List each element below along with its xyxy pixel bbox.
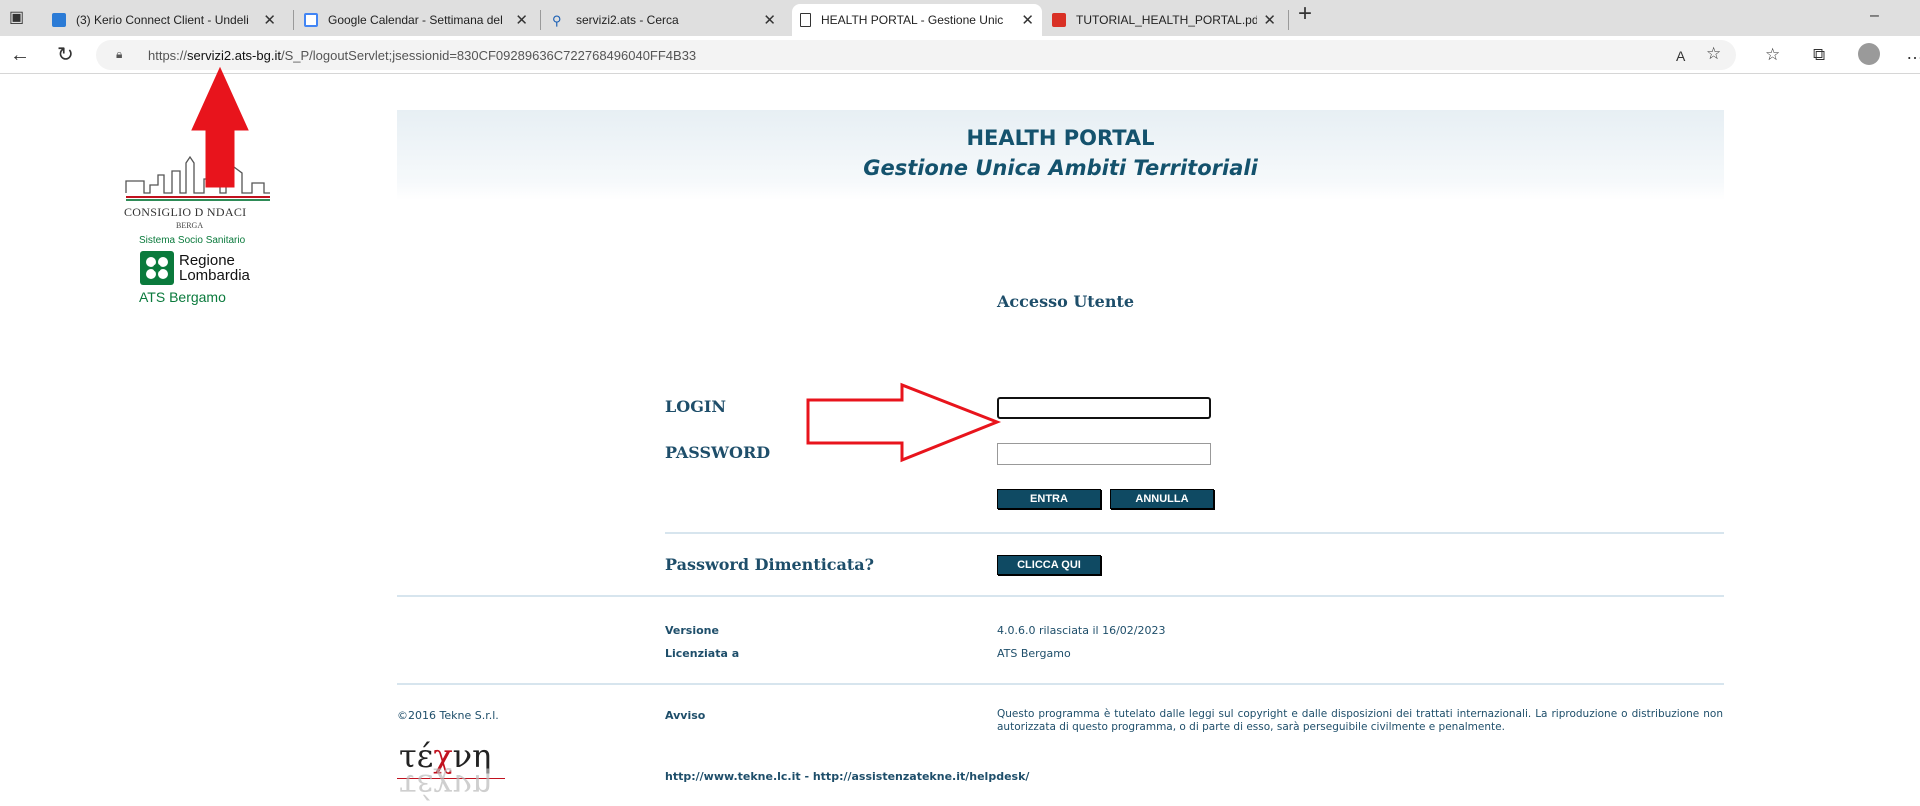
close-icon[interactable]: ✕ xyxy=(763,11,776,29)
cancel-button[interactable]: ANNULLA xyxy=(1110,489,1214,509)
licensed-value: ATS Bergamo xyxy=(997,647,1071,660)
tab-google-calendar[interactable]: Google Calendar - Settimana del ✕ xyxy=(296,4,536,36)
consiglio-logo-text: CONSIGLIO D NDACI xyxy=(124,205,247,219)
page-title: HEALTH PORTAL xyxy=(966,126,1155,150)
divider xyxy=(665,532,1724,534)
page-icon xyxy=(800,13,811,27)
lombardia-rose-icon xyxy=(140,251,174,285)
close-icon[interactable]: ✕ xyxy=(515,11,528,29)
search-icon: ⚲ xyxy=(552,13,562,28)
collections-icon[interactable]: ⧉ xyxy=(1813,44,1825,66)
favorite-add-icon[interactable]: ☆ xyxy=(1706,43,1721,65)
close-icon[interactable]: ✕ xyxy=(1263,11,1276,29)
login-label: LOGIN xyxy=(665,397,726,416)
forgot-password-label: Password Dimenticata? xyxy=(665,555,875,574)
pdf-icon xyxy=(1052,13,1066,27)
tab-title: TUTORIAL_HEALTH_PORTAL.pdf xyxy=(1076,13,1258,27)
tab-health-portal[interactable]: HEALTH PORTAL - Gestione Unic ✕ xyxy=(792,4,1042,36)
tab-title: HEALTH PORTAL - Gestione Unic xyxy=(821,13,1004,27)
version-value: 4.0.6.0 rilasciata il 16/02/2023 xyxy=(997,624,1166,637)
password-label: PASSWORD xyxy=(665,443,771,462)
url-text: https://servizi2.ats-bg.it/S_P/logoutSer… xyxy=(148,48,697,63)
portal-header: HEALTH PORTAL Gestione Unica Ambiti Terr… xyxy=(397,110,1724,200)
ats-bergamo-logo-text: ATS Bergamo xyxy=(139,289,226,305)
regione-text: Regione xyxy=(179,252,235,269)
divider xyxy=(397,595,1724,597)
tab-title: Google Calendar - Settimana del xyxy=(328,13,503,27)
tab-title: servizi2.ats - Cerca xyxy=(576,13,679,27)
tab-separator xyxy=(293,10,294,30)
close-icon[interactable]: ✕ xyxy=(263,11,276,29)
close-icon[interactable]: ✕ xyxy=(1021,11,1034,29)
tab-strip: ▣ (3) Kerio Connect Client - Undeli ✕ Go… xyxy=(0,0,1920,36)
more-icon[interactable]: … xyxy=(1906,42,1920,64)
favorites-icon[interactable]: ☆ xyxy=(1765,44,1780,66)
new-tab-button[interactable]: + xyxy=(1298,2,1312,26)
copyright-text: ©2016 Tekne S.r.l. xyxy=(397,709,499,722)
lombardia-text: Lombardia xyxy=(179,267,250,284)
tab-separator xyxy=(1288,10,1289,30)
login-section-title: Accesso Utente xyxy=(997,292,1135,311)
minimize-button[interactable]: – xyxy=(1870,5,1879,27)
tab-separator xyxy=(540,10,541,30)
refresh-icon[interactable]: ↻ xyxy=(57,44,74,66)
page-content: CONSIGLIO D NDACI BERGA Sistema Socio Sa… xyxy=(0,75,1920,806)
back-icon[interactable]: ← xyxy=(10,44,30,66)
licensed-label: Licenziata a xyxy=(665,647,740,660)
password-input[interactable] xyxy=(997,443,1211,465)
address-bar[interactable]: 🔒︎ https://servizi2.ats-bg.it/S_P/logout… xyxy=(96,40,1736,70)
footer-links[interactable]: http://www.tekne.lc.it - http://assisten… xyxy=(665,770,1029,783)
notice-text: Questo programma è tutelato dalle leggi … xyxy=(997,708,1723,733)
tab-actions-icon[interactable]: ▣ xyxy=(9,7,24,29)
sistema-socio-sanitario-text: Sistema Socio Sanitario xyxy=(139,235,246,246)
lock-icon[interactable]: 🔒︎ xyxy=(116,47,122,62)
regione-lombardia-text: Regione Lombardia xyxy=(179,253,250,283)
tab-search[interactable]: ⚲ servizi2.ats - Cerca ✕ xyxy=(544,4,784,36)
browser-toolbar: ← ↻ 🔒︎ https://servizi2.ats-bg.it/S_P/lo… xyxy=(0,36,1920,74)
read-aloud-icon[interactable]: A xyxy=(1676,45,1685,67)
forgot-password-button[interactable]: CLICCA QUI xyxy=(997,555,1101,575)
kerio-icon xyxy=(52,13,66,27)
page-subtitle: Gestione Unica Ambiti Territoriali xyxy=(863,156,1258,180)
skyline-icon xyxy=(125,155,270,201)
consiglio-logo-city: BERGA xyxy=(176,221,204,230)
login-input[interactable] xyxy=(997,397,1211,419)
profile-avatar[interactable] xyxy=(1858,43,1880,65)
calendar-icon xyxy=(304,13,318,27)
consiglio-logo: CONSIGLIO D NDACI BERGA xyxy=(124,123,272,235)
divider xyxy=(397,683,1724,685)
tab-pdf[interactable]: TUTORIAL_HEALTH_PORTAL.pdf ✕ xyxy=(1044,4,1284,36)
notice-label: Avviso xyxy=(665,709,706,722)
tekne-logo-reflection: τέχνη xyxy=(399,767,492,805)
enter-button[interactable]: ENTRA xyxy=(997,489,1101,509)
tab-title: (3) Kerio Connect Client - Undeli xyxy=(76,13,249,27)
tab-kerio[interactable]: (3) Kerio Connect Client - Undeli ✕ xyxy=(44,4,284,36)
version-label: Versione xyxy=(665,624,719,637)
